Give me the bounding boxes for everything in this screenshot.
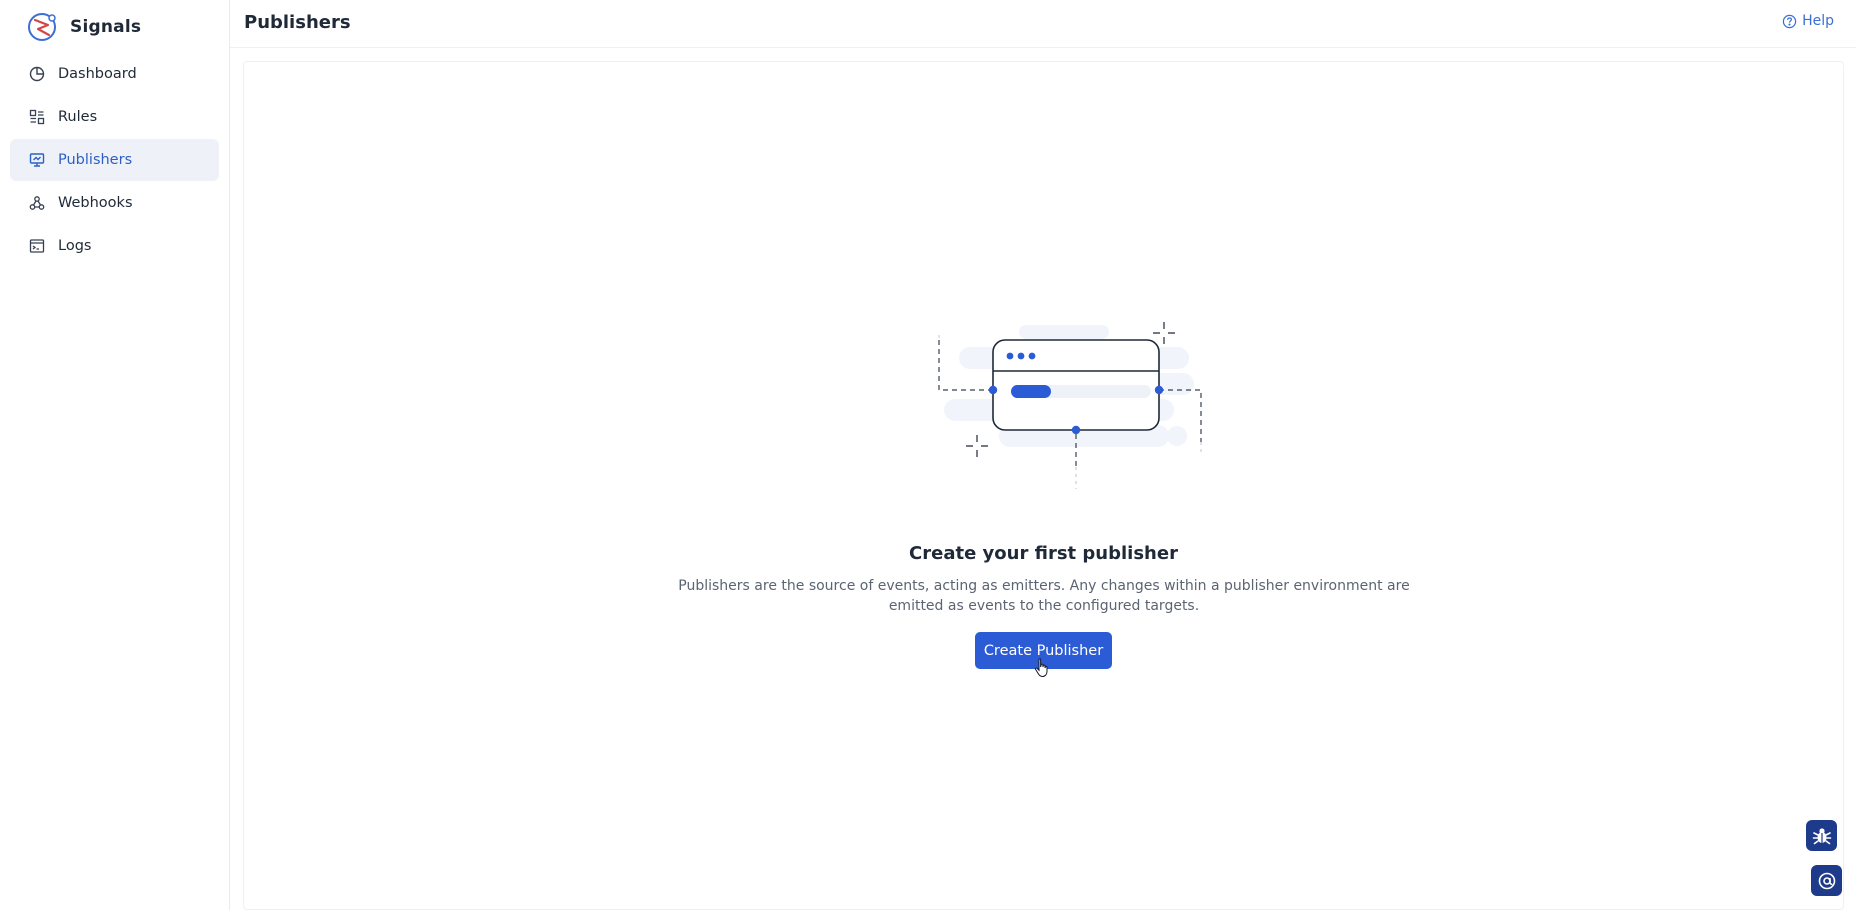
sidebar-item-label: Logs: [58, 238, 92, 254]
bug-report-button[interactable]: [1806, 820, 1837, 851]
support-button[interactable]: [1811, 865, 1842, 896]
monitor-icon: [28, 151, 46, 169]
rules-icon: [28, 108, 46, 126]
question-circle-icon: [1782, 14, 1797, 28]
sidebar-item-label: Rules: [58, 109, 98, 125]
bug-icon: [1812, 827, 1831, 844]
help-link[interactable]: Help: [1782, 13, 1834, 29]
publisher-card-illustration: [938, 322, 1202, 489]
at-sign-icon: [1818, 872, 1835, 889]
sidebar-item-label: Dashboard: [58, 66, 137, 82]
empty-state-description: Publishers are the source of events, act…: [678, 578, 1410, 614]
hand-cursor-icon: [1034, 658, 1048, 678]
sidebar-item-label: Publishers: [58, 152, 133, 168]
help-label: Help: [1802, 13, 1834, 29]
app-name: Signals: [70, 17, 142, 37]
sidebar: Signals Dashboard Rules Publishers Webho…: [0, 0, 230, 910]
sidebar-item-label: Webhooks: [58, 195, 133, 211]
sidebar-item-dashboard[interactable]: Dashboard: [10, 53, 219, 95]
sidebar-item-logs[interactable]: Logs: [10, 225, 219, 267]
sidebar-item-rules[interactable]: Rules: [10, 96, 219, 138]
empty-state-title: Create your first publisher: [909, 543, 1178, 564]
clock-pie-icon: [28, 65, 46, 83]
sidebar-nav: Dashboard Rules Publishers Webhooks Logs: [10, 53, 219, 268]
signals-logo-icon: [28, 13, 56, 41]
sidebar-item-webhooks[interactable]: Webhooks: [10, 182, 219, 224]
webhook-icon: [28, 194, 46, 212]
brand[interactable]: Signals: [26, 9, 141, 45]
main-content: Create your first publisher Publishers a…: [243, 61, 1844, 910]
terminal-log-icon: [28, 237, 46, 255]
top-bar: Publishers Help: [230, 0, 1856, 48]
page-title: Publishers: [244, 12, 351, 33]
sidebar-item-publishers[interactable]: Publishers: [10, 139, 219, 181]
